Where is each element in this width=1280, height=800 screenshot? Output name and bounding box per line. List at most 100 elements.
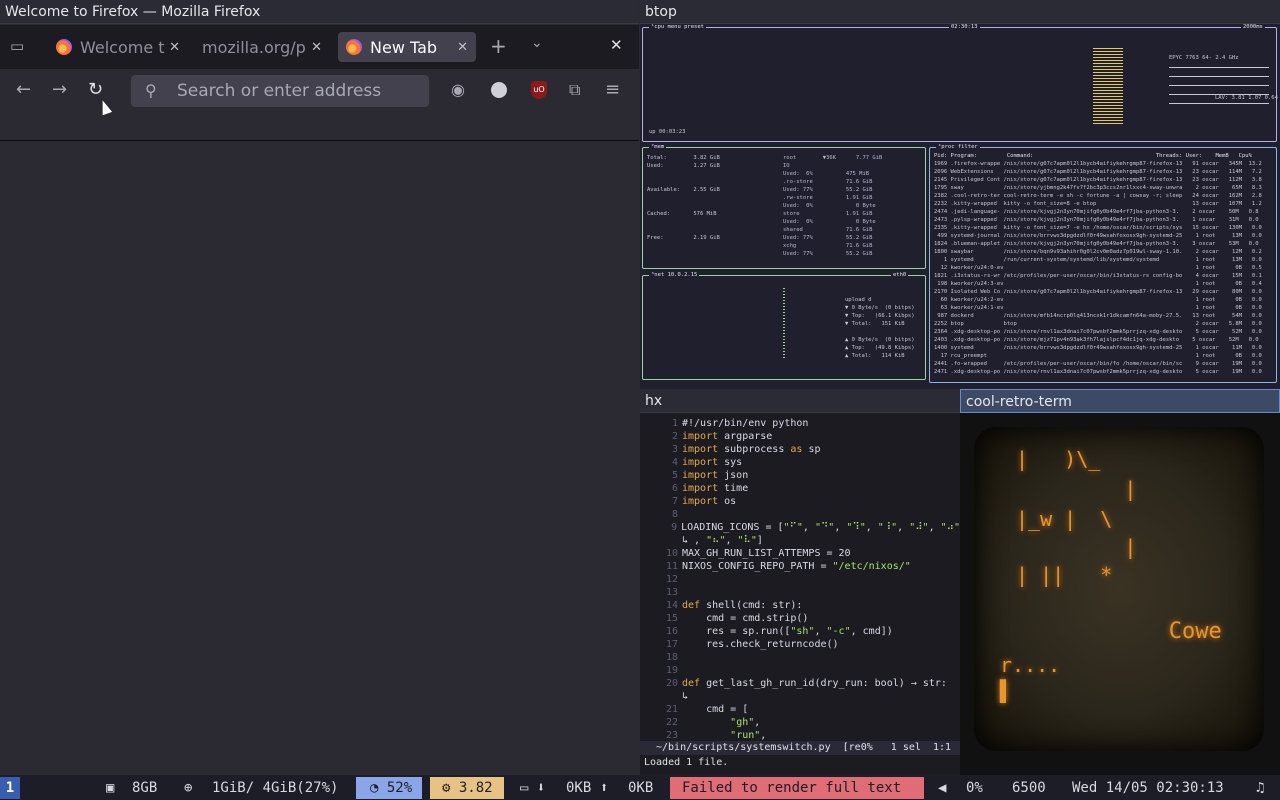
proc-row[interactable]: 60 kworker/u24:2-ev 1 root 0B 0.0 [934,296,1274,304]
extensions-puzzle-icon[interactable]: ⧉ [569,80,580,100]
code-line: 2 import argparse [640,430,960,443]
editor-statusline: ~/bin/scripts/systemswitch.py [re0% 1 se… [640,741,960,755]
line-text: cmd = cmd.strip() [682,613,809,624]
line-text: #!/usr/bin/env python [682,418,809,429]
mem-values: Total: 3.82 GiB Used: 1.27 GiB Available… [647,155,720,241]
close-window-icon[interactable]: ✕ [610,36,623,54]
line-number: 1 [671,418,678,429]
net-icon: ▭ ⬇ [520,780,546,796]
tab-label: mozilla.org/p [202,37,306,57]
btop-window: btop ¹cpu menu preset 02:30:13 2000ms EP… [640,0,1280,389]
volume-icon[interactable]: ◀ [938,777,946,799]
code-line: 13 [640,586,960,599]
url-bar[interactable]: ⚲ Search or enter address [131,75,429,107]
code-line: 5 import json [640,469,960,482]
proc-row[interactable]: 2170 Isolated Web Co /nix/store/g07c7apm… [934,288,1274,296]
proc-row[interactable]: 198 kworker/u24:3-ev 1 root 0B 0.4 [934,280,1274,288]
proc-row[interactable]: 2473 .pylsp-wrapped /nix/store/kjvgj2n3y… [934,216,1274,224]
clock: Wed 14/05 02:30:13 [1072,780,1224,796]
line-number: 17 [665,639,678,650]
tab-welcome[interactable]: Welcome t ✕ [48,32,188,62]
line-number: 12 [665,574,678,585]
line-number: 18 [665,652,678,663]
proc-row[interactable]: 1824 .blueman-applet /nix/store/kjvgj2n3… [934,240,1274,248]
code-line: 12 [640,573,960,586]
proc-row[interactable]: 2403 .xdg-desktop-po /nix/store/mjz71pv4… [934,336,1274,344]
reload-icon[interactable]: ↻ [88,79,103,100]
tab-mozilla[interactable]: mozilla.org/p ✕ [194,32,330,62]
line-text: def shell(cmd: str): [682,600,803,611]
proc-row[interactable]: 1969 .firefox-wrappe /nix/store/g07c7apm… [934,160,1274,168]
close-tab-icon[interactable]: ✕ [311,40,322,55]
proc-row[interactable]: 2441 .fo-wrapped /etc/profiles/per-user/… [934,360,1274,368]
btop-title: btop [640,0,1280,24]
proc-row[interactable]: 2471 .xdg-desktop-po /nix/store/rnvl1ax3… [934,368,1274,376]
proc-row[interactable]: 1821 .i3status-rs-wr /etc/profiles/per-u… [934,272,1274,280]
firefox-title: Welcome to Firefox — Mozilla Firefox [0,0,639,24]
cpu-uptime: up 00:03:23 [649,129,686,135]
proc-row[interactable]: 17 rcu_preempt 1 root 0B 0.0 [934,352,1274,360]
tab-label: New Tab [370,37,438,57]
crt-cursor: ▌ [1000,679,1013,703]
notification-bell-icon[interactable]: ♫ [1256,777,1264,799]
code-editor[interactable]: 1 #!/usr/bin/env python 2 import argparse 3 i… [640,417,960,742]
cpu-load: LAV: 3.81 1.07 0.64 [1215,95,1278,101]
proc-row[interactable]: 12 kworker/u24:0-ev 1 root 0B 0.5 [934,264,1274,272]
proc-row[interactable]: 2364 .xdg-desktop-po /nix/store/rnvl1ax3… [934,328,1274,336]
line-number: 11 [665,561,678,572]
line-text: import os [682,496,737,507]
code-line: 16 res = sp.run(["sh", "-c", cmd]) [640,625,960,638]
cpu-panel: ¹cpu menu preset 02:30:13 2000ms EPYC 77… [642,24,1278,142]
code-line: 9 LOADING_ICONS = ["⠋", "⠙", "⠹", "⠸", "⠼… [640,521,960,534]
proc-row[interactable]: 1800 swaybar /nix/store/bqn9v93ahihr0g0l… [934,248,1274,256]
nav-bar: ← → ↻ ⚲ Search or enter address ◉ uO ⧉ ≡ [0,69,639,141]
proc-row[interactable]: 2474 .jedi-language- /nix/store/kjvgj2n3… [934,208,1274,216]
net-graph [783,288,785,358]
crt-title: cool-retro-term [960,389,1280,413]
forward-arrow-icon[interactable]: → [52,79,67,100]
disk-usage: 8GB [132,780,158,796]
account-icon[interactable]: ◉ [451,80,465,99]
line-number [640,534,682,547]
proc-row[interactable]: 2232 .kitty-wrapped kitty -o font_size=8… [934,200,1274,208]
code-line: ↳ [640,690,960,703]
close-tab-icon[interactable]: ✕ [169,40,180,55]
ublock-origin-icon[interactable]: uO [531,81,547,99]
line-number: 9 [671,522,678,533]
cpu-rate: 2000ms [1241,24,1265,30]
crt-screen[interactable]: | )\_ | |_w | \ | | || * Cowe r.... ▌ [974,427,1264,751]
line-number: 10 [665,548,678,559]
proc-row[interactable]: 2252 btop btop 2 oscar 5.8M 0.0 [934,320,1274,328]
proc-row[interactable]: 1400 systemd /nix/store/brrvws3dpgdzdlf0… [934,344,1274,352]
crt-line: r.... [1000,653,1061,677]
close-tab-icon[interactable]: ✕ [457,40,468,55]
disk-icon: ▣ [106,780,115,796]
new-tab-button[interactable]: + [490,34,507,58]
code-line: 7 import os [640,495,960,508]
tab-overview-icon[interactable]: ▭ [10,37,24,55]
back-arrow-icon[interactable]: ← [16,79,31,100]
proc-row[interactable]: 2335 .kitty-wrapped kitty -o font_size=7… [934,224,1274,232]
cpu-header: ¹cpu menu preset [649,24,706,30]
line-text: ↳ [682,691,689,702]
line-number: 5 [671,470,678,481]
proc-row[interactable]: 2382 .cool-retro-ter cool-retro-term -e … [934,192,1274,200]
proc-row[interactable]: 63 kworker/u24:1-ev 1 root 0B 0.0 [934,304,1274,312]
tab-new-tab[interactable]: New Tab ✕ [338,32,476,62]
proc-row[interactable]: 1795 sway /nix/store/yjbmng2k47fv7f2bc3p… [934,184,1274,192]
tab-label: Welcome t [80,37,165,57]
menu-icon[interactable]: ≡ [605,79,620,100]
proc-row[interactable]: 1 systemd /run/current-system/systemd/li… [934,256,1274,264]
memory-icon: ⊕ [184,780,193,796]
net-header: ³net 10.0.2.15 [649,272,700,278]
proc-row[interactable]: 2096 WebExtensions /nix/store/g07c7apm0l… [934,168,1274,176]
proc-row[interactable]: 2145 Privileged Cont /nix/store/g07c7apm… [934,176,1274,184]
workspace-1-button[interactable]: 1 [0,777,20,799]
proc-row[interactable]: 987 dockerd /nix/store/mfb14ncrp0lq413nc… [934,312,1274,320]
extension-pen-icon[interactable] [491,82,507,98]
line-number: 14 [665,600,678,611]
proc-row[interactable]: 499 systemd-journal /nix/store/brrvws3dp… [934,232,1274,240]
line-text: import argparse [682,431,773,442]
list-tabs-chevron-down-icon[interactable]: ⌄ [531,35,543,51]
volume-level[interactable]: 0% [966,777,983,799]
